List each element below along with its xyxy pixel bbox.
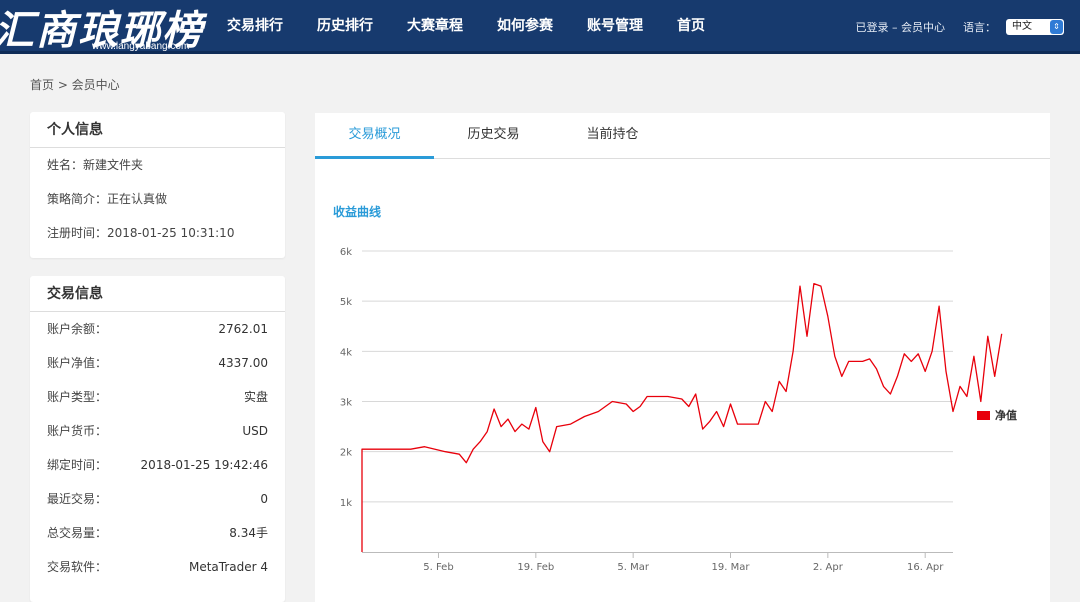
info-row-account-type: 账户类型： 实盘 bbox=[30, 380, 285, 414]
x-tick-label: 2. Apr bbox=[813, 562, 844, 573]
equity-chart: 1k 2k 3k 4k 5k 6k 5. Feb 19. Feb 5. Mar 19. Mar 2.… bbox=[340, 247, 1017, 573]
language-select[interactable]: 中文 ⇕ bbox=[1006, 19, 1064, 35]
user-strategy: 策略简介：正在认真做 bbox=[47, 192, 168, 206]
row-value: 4337.00 bbox=[218, 356, 268, 370]
row-value: 2018-01-25 19:42:46 bbox=[140, 458, 268, 472]
tab-bar: 交易概况 历史交易 当前持仓 bbox=[315, 113, 1050, 159]
info-row-recent-trades: 最近交易： 0 bbox=[30, 482, 285, 516]
nav-contest-rules[interactable]: 大赛章程 bbox=[390, 0, 480, 54]
tab-history-trades[interactable]: 历史交易 bbox=[434, 113, 553, 159]
login-status-link[interactable]: 已登录 – 会员中心 bbox=[856, 19, 946, 35]
header-user-area: 已登录 – 会员中心 语言： 中文 ⇕ bbox=[856, 0, 1064, 54]
tab-trading-overview[interactable]: 交易概况 bbox=[315, 113, 434, 159]
x-tick-label: 19. Feb bbox=[517, 562, 554, 573]
y-tick-label: 6k bbox=[340, 247, 352, 258]
x-tick-label: 16. Apr bbox=[907, 562, 944, 573]
row-value: 8.34手 bbox=[229, 526, 268, 540]
top-navigation-bar: 汇商琅琊榜 www.langyabang.com 交易排行 历史排行 大赛章程 … bbox=[0, 0, 1080, 54]
personal-info-title: 个人信息 bbox=[30, 112, 285, 148]
select-arrows-icon: ⇕ bbox=[1050, 20, 1063, 34]
info-row-balance: 账户余额： 2762.01 bbox=[30, 312, 285, 346]
x-tick-label: 5. Feb bbox=[423, 562, 453, 573]
row-label: 交易软件： bbox=[47, 560, 108, 574]
language-label: 语言： bbox=[963, 21, 996, 34]
trade-info-title: 交易信息 bbox=[30, 276, 285, 312]
y-tick-label: 1k bbox=[340, 498, 352, 509]
row-label: 总交易量： bbox=[47, 526, 108, 540]
chart-title: 收益曲线 bbox=[333, 205, 382, 219]
breadcrumb[interactable]: 首页 > 会员中心 bbox=[30, 76, 120, 93]
main-content-panel: 交易概况 历史交易 当前持仓 收益曲线 1k 2k 3k 4k 5k 6k 5. Feb 19… bbox=[315, 113, 1050, 602]
info-row-equity: 账户净值： 4337.00 bbox=[30, 346, 285, 380]
y-tick-label: 5k bbox=[340, 297, 352, 308]
nav-trading-ranking[interactable]: 交易排行 bbox=[210, 0, 300, 54]
nav-account-management[interactable]: 账号管理 bbox=[570, 0, 660, 54]
row-value: 2762.01 bbox=[218, 322, 268, 336]
row-label: 账户余额： bbox=[47, 322, 108, 336]
tab-current-positions[interactable]: 当前持仓 bbox=[553, 113, 672, 159]
user-registered-time: 注册时间：2018-01-25 10:31:10 bbox=[47, 226, 235, 240]
nav-history-ranking[interactable]: 历史排行 bbox=[300, 0, 390, 54]
row-value: MetaTrader 4 bbox=[188, 560, 268, 574]
info-row-total-volume: 总交易量： 8.34手 bbox=[30, 516, 285, 550]
info-row-currency: 账户货币： USD bbox=[30, 414, 285, 448]
y-tick-label: 2k bbox=[340, 448, 352, 459]
info-row-bind-time: 绑定时间： 2018-01-25 19:42:46 bbox=[30, 448, 285, 482]
x-tick-label: 5. Mar bbox=[617, 562, 649, 573]
row-label: 账户净值： bbox=[47, 356, 108, 370]
nav-home[interactable]: 首页 bbox=[660, 0, 722, 54]
personal-info-panel: 个人信息 姓名：新建文件夹 策略简介：正在认真做 注册时间：2018-01-25… bbox=[30, 112, 285, 258]
equity-series-line bbox=[361, 282, 1003, 552]
y-tick-label: 4k bbox=[340, 347, 352, 358]
row-value: USD bbox=[242, 424, 268, 438]
row-value: 0 bbox=[260, 492, 268, 506]
row-label: 绑定时间： bbox=[47, 458, 108, 472]
site-logo[interactable]: 汇商琅琊榜 www.langyabang.com bbox=[0, 0, 202, 54]
y-tick-label: 3k bbox=[340, 398, 352, 409]
legend-swatch bbox=[977, 411, 990, 420]
nav-how-to-join[interactable]: 如何参赛 bbox=[480, 0, 570, 54]
language-selected-value: 中文 bbox=[1012, 21, 1032, 32]
main-nav: 交易排行 历史排行 大赛章程 如何参赛 账号管理 首页 bbox=[210, 0, 722, 54]
legend-label: 净值 bbox=[995, 408, 1017, 422]
info-row-software: 交易软件： MetaTrader 4 bbox=[30, 550, 285, 584]
row-label: 账户货币： bbox=[47, 424, 108, 438]
x-tick-label: 19. Mar bbox=[712, 562, 751, 573]
row-label: 最近交易： bbox=[47, 492, 108, 506]
row-label: 账户类型： bbox=[47, 390, 108, 404]
logo-url: www.langyabang.com bbox=[92, 41, 190, 52]
trade-info-panel: 交易信息 账户余额： 2762.01 账户净值： 4337.00 账户类型： 实盘 账… bbox=[30, 276, 285, 602]
row-value: 实盘 bbox=[243, 390, 268, 404]
user-name: 姓名：新建文件夹 bbox=[47, 158, 144, 172]
